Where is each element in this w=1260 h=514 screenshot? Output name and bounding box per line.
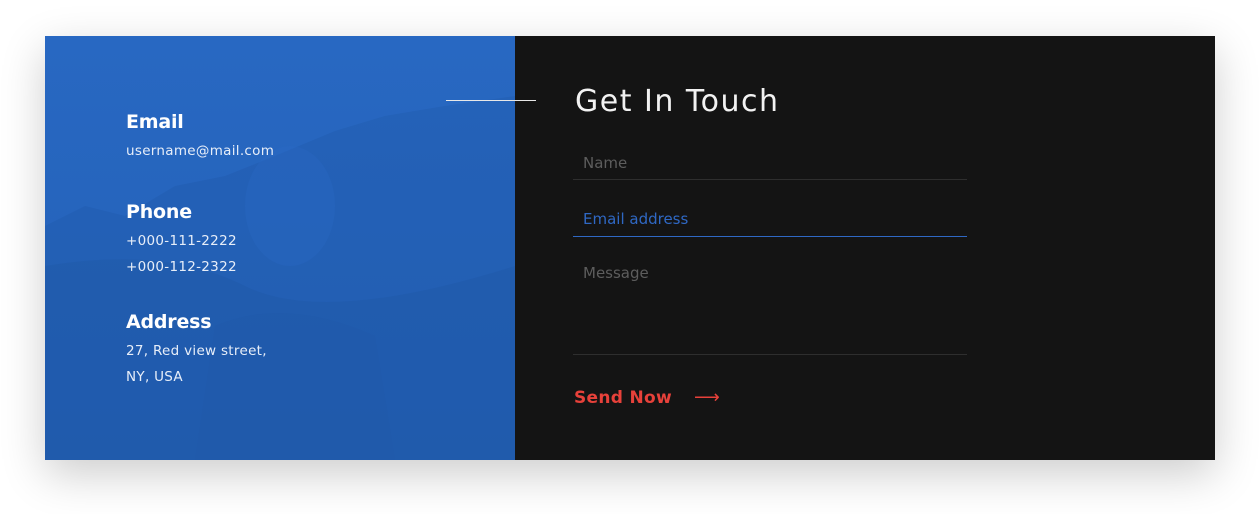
arrow-right-icon: ⟶ bbox=[693, 387, 721, 408]
phone-number: +000-111-2222 bbox=[126, 233, 237, 249]
contact-form-panel: Get In Touch Send Now ⟶ bbox=[515, 36, 1215, 460]
address-line: 27, Red view street, bbox=[126, 343, 267, 359]
form-title: Get In Touch bbox=[575, 84, 780, 119]
email-address: username@mail.com bbox=[126, 143, 275, 159]
message-textarea[interactable] bbox=[573, 260, 967, 355]
send-now-button[interactable]: Send Now ⟶ bbox=[574, 387, 720, 408]
send-now-label: Send Now bbox=[574, 387, 672, 408]
phone-heading: Phone bbox=[126, 201, 192, 223]
name-input[interactable] bbox=[573, 146, 967, 180]
email-input[interactable] bbox=[573, 202, 967, 237]
phone-number: +000-112-2322 bbox=[126, 259, 237, 275]
address-heading: Address bbox=[126, 311, 212, 333]
background-photo-overlay bbox=[45, 96, 515, 460]
address-block: Address 27, Red view street, NY, USA bbox=[126, 310, 267, 390]
phone-block: Phone +000-111-2222 +000-112-2322 bbox=[126, 200, 237, 280]
address-line: NY, USA bbox=[126, 369, 183, 385]
email-heading: Email bbox=[126, 111, 184, 133]
contact-info-panel: Email username@mail.com Phone +000-111-2… bbox=[45, 36, 515, 460]
title-accent-line bbox=[446, 100, 536, 101]
contact-card: Email username@mail.com Phone +000-111-2… bbox=[45, 36, 1215, 460]
email-block: Email username@mail.com bbox=[126, 110, 274, 164]
